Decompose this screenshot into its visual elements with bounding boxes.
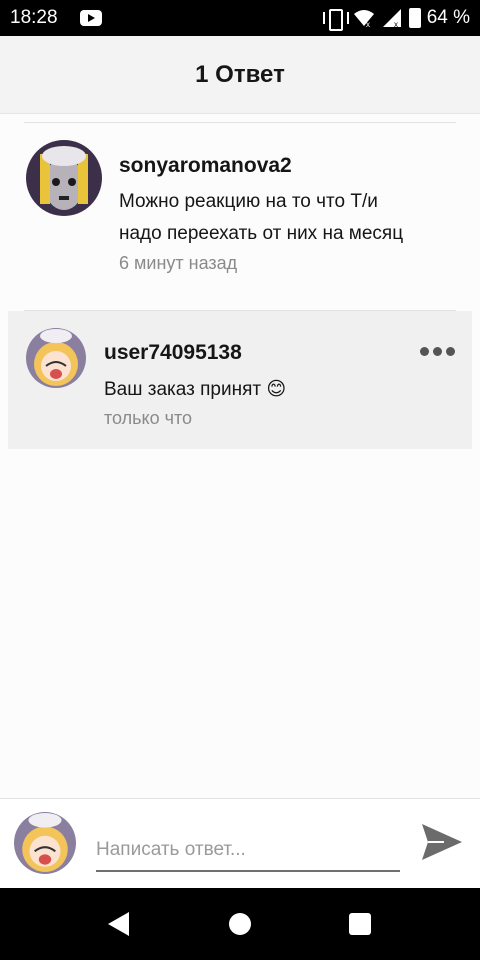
wifi-icon: x: [353, 10, 374, 28]
comment-username[interactable]: sonyaromanova2: [119, 154, 292, 178]
send-icon[interactable]: [420, 820, 464, 864]
replies-header: 1 Ответ: [0, 36, 480, 114]
comment-text-line1: Можно реакцию на то что Т/и: [119, 191, 378, 212]
youtube-icon: [80, 10, 102, 26]
signal-icon: x: [382, 9, 401, 28]
battery-icon: [408, 8, 421, 28]
status-icons: x x 64 %: [321, 7, 470, 31]
home-icon[interactable]: [229, 913, 251, 935]
reply-username[interactable]: user74095138: [104, 341, 242, 365]
vibrate-icon: [321, 8, 349, 31]
recents-icon[interactable]: [349, 913, 371, 935]
comment-text-line2: надо переехать от них на месяц: [119, 223, 404, 244]
back-icon[interactable]: [108, 912, 129, 936]
more-dots-icon[interactable]: [420, 344, 456, 358]
reply-time: только что: [104, 408, 193, 428]
page-title: 1 Ответ: [195, 60, 285, 88]
status-time: 18:28: [10, 7, 58, 28]
comment-time: 6 минут назад: [119, 253, 238, 273]
svg-text:x: x: [394, 20, 398, 28]
status-bar: 18:28 x x 64 %: [0, 0, 480, 36]
avatar: [14, 812, 76, 874]
battery-percent: 64 %: [426, 7, 470, 28]
avatar[interactable]: [26, 140, 102, 216]
reply-input[interactable]: [96, 830, 400, 872]
avatar[interactable]: [26, 328, 86, 388]
svg-text:x: x: [366, 20, 370, 28]
divider: [24, 122, 456, 123]
reply-text: Ваш заказ принят 😊: [104, 379, 287, 400]
